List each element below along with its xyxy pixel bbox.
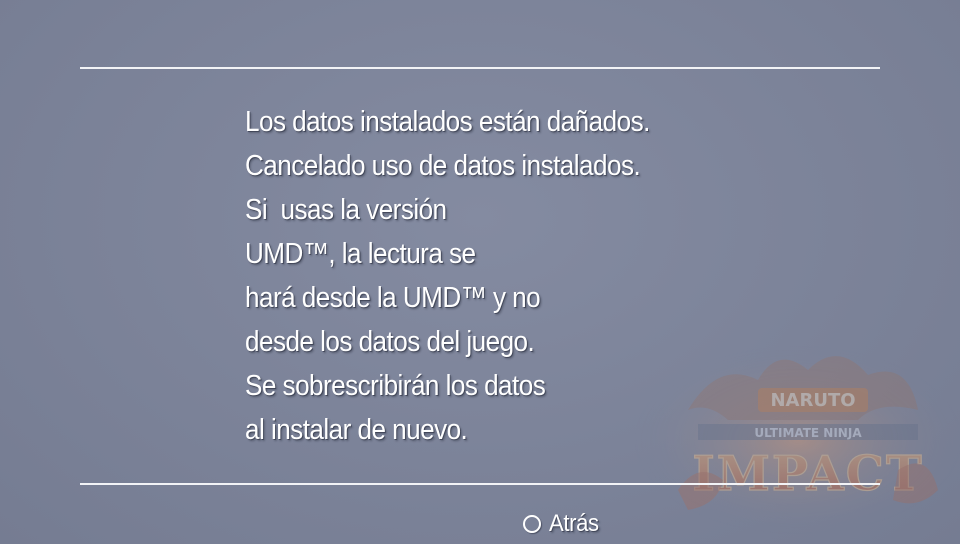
message-line: Los datos instalados están dañados. (245, 106, 650, 138)
back-button-label: Atrás (549, 510, 599, 537)
back-button[interactable]: Atrás (523, 509, 603, 539)
message-line: Si usas la versión (245, 194, 447, 226)
message-line: Cancelado uso de datos instalados. (245, 150, 641, 182)
error-message: Los datos instalados están dañados. Canc… (245, 100, 805, 452)
message-line: desde los datos del juego. (245, 326, 535, 358)
bottom-divider (80, 483, 880, 485)
message-line: Se sobrescribirán los datos (245, 370, 546, 402)
top-divider (80, 67, 880, 69)
logo-impact-text: IMPACT (692, 446, 923, 502)
message-line: hará desde la UMD™ y no (245, 282, 541, 314)
message-line: al instalar de nuevo. (245, 414, 468, 446)
message-line: UMD™, la lectura se (245, 238, 476, 270)
psp-dialog-screen: NARUTO ULTIMATE NINJA IMPACT Los datos i… (0, 0, 960, 544)
circle-button-icon (523, 515, 541, 533)
